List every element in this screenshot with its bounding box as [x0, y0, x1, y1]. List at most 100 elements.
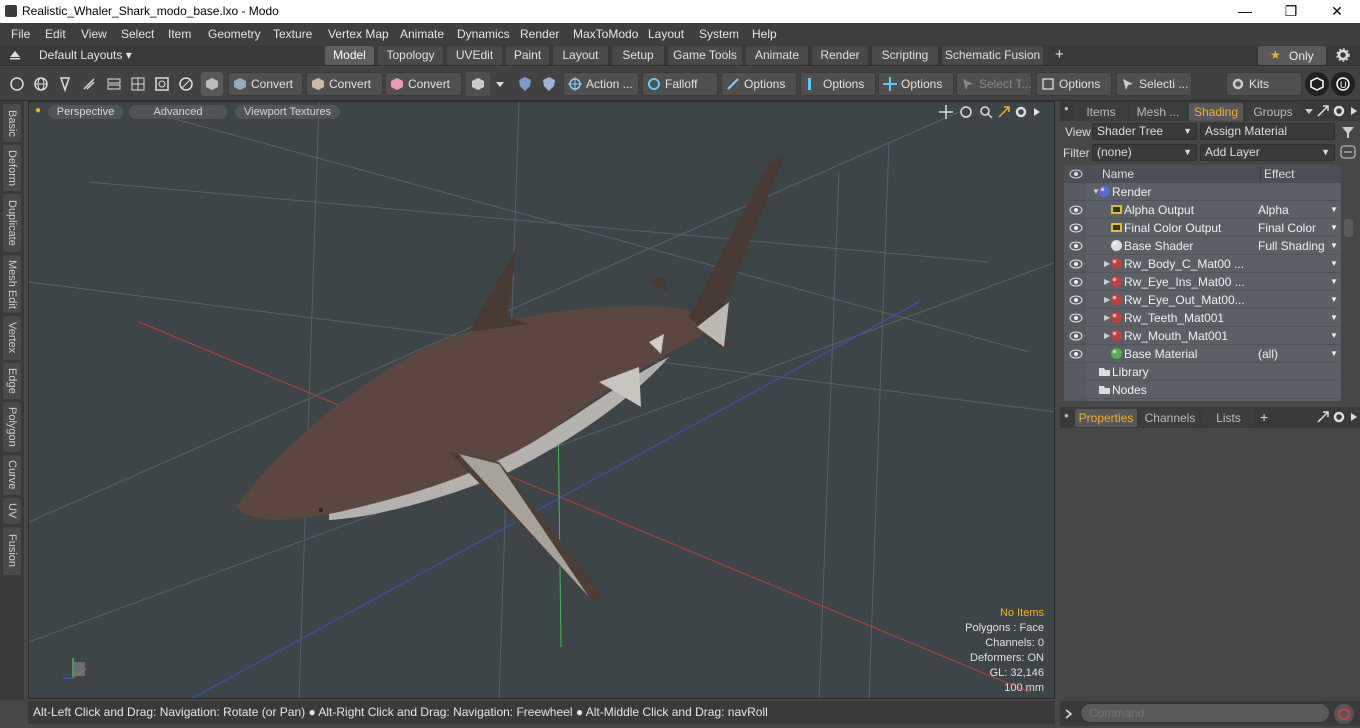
- vtab-uv[interactable]: UV: [3, 498, 21, 524]
- circle-select-icon[interactable]: [6, 72, 28, 96]
- tab-render[interactable]: Render: [812, 46, 868, 65]
- tree-row[interactable]: Nodes: [1064, 381, 1341, 399]
- vtab-fusion[interactable]: Fusion: [3, 527, 21, 575]
- tree-row[interactable]: ▶ Rw_Body_C_Mat00 ... ▼: [1064, 255, 1341, 273]
- command-input[interactable]: [1080, 703, 1330, 723]
- visibility-eye-icon[interactable]: [1069, 295, 1083, 305]
- collapse-up-icon[interactable]: [9, 50, 21, 60]
- panel-gear-icon[interactable]: [1332, 104, 1346, 118]
- tree-scrollbar[interactable]: [1344, 219, 1353, 237]
- chevron-right-icon[interactable]: [1033, 107, 1041, 117]
- pan-icon[interactable]: [939, 105, 953, 119]
- convert-button-3[interactable]: Convert: [385, 72, 462, 96]
- vtab-vertex[interactable]: Vertex: [3, 316, 21, 360]
- panel-chevron-right-icon[interactable]: [1350, 106, 1358, 116]
- assign-material-button[interactable]: Assign Material: [1200, 123, 1335, 140]
- menu-geometry[interactable]: Geometry: [208, 27, 261, 41]
- view-select[interactable]: Shader Tree ▼: [1092, 123, 1197, 140]
- convert-button-1[interactable]: Convert: [228, 72, 303, 96]
- add-props-tab-button[interactable]: +: [1260, 409, 1268, 425]
- square-icon[interactable]: [151, 72, 173, 96]
- vtab-polygon[interactable]: Polygon: [3, 402, 21, 452]
- tree-row[interactable]: Base Material (all) ▼: [1064, 345, 1341, 363]
- visibility-eye-icon[interactable]: [1069, 331, 1083, 341]
- pen-icon[interactable]: [54, 72, 76, 96]
- panel-expand-icon[interactable]: [1316, 104, 1330, 118]
- tree-row-effect[interactable]: (all): [1258, 345, 1278, 363]
- add-layout-tab-button[interactable]: +: [1055, 46, 1064, 63]
- menu-view[interactable]: View: [81, 27, 107, 41]
- visibility-eye-icon[interactable]: [1069, 205, 1083, 215]
- menu-system[interactable]: System: [699, 27, 739, 41]
- tab-animate[interactable]: Animate: [746, 46, 808, 65]
- record-button[interactable]: [1334, 704, 1354, 724]
- menu-help[interactable]: Help: [752, 27, 777, 41]
- list-options-icon[interactable]: [1340, 145, 1356, 159]
- 3d-viewport[interactable]: ● Perspective Advanced Viewport Textures…: [28, 101, 1055, 699]
- menu-render[interactable]: Render: [520, 27, 559, 41]
- visibility-eye-icon[interactable]: [1069, 241, 1083, 251]
- unreal-icon[interactable]: U: [1331, 72, 1355, 96]
- effect-dropdown-icon[interactable]: ▼: [1330, 219, 1338, 237]
- filter-funnel-icon[interactable]: [1340, 124, 1356, 140]
- menu-animate[interactable]: Animate: [400, 27, 444, 41]
- gear-icon[interactable]: [1336, 48, 1350, 62]
- grid-icon[interactable]: [127, 72, 149, 96]
- perspective-button[interactable]: Perspective: [48, 105, 123, 119]
- effect-dropdown-icon[interactable]: ▼: [1330, 273, 1338, 291]
- options-button-3[interactable]: Options: [878, 72, 954, 96]
- tree-row-effect[interactable]: Full Shading: [1258, 237, 1325, 255]
- props-gear-icon[interactable]: [1332, 410, 1346, 424]
- visibility-eye-icon[interactable]: [1069, 259, 1083, 269]
- tab-lists[interactable]: Lists: [1203, 409, 1254, 427]
- tree-row[interactable]: Base Shader Full Shading ▼: [1064, 237, 1341, 255]
- rotate-icon[interactable]: [959, 105, 973, 119]
- effect-dropdown-icon[interactable]: ▼: [1330, 201, 1338, 219]
- options-button-4[interactable]: Options: [1036, 72, 1112, 96]
- vtab-basic[interactable]: Basic: [3, 104, 21, 142]
- menu-select[interactable]: Select: [121, 27, 154, 41]
- visibility-eye-icon[interactable]: [1069, 223, 1083, 233]
- menu-edit[interactable]: Edit: [45, 27, 66, 41]
- tree-row[interactable]: ▶ Rw_Eye_Out_Mat00... ▼: [1064, 291, 1341, 309]
- kits-button[interactable]: Kits: [1226, 72, 1302, 96]
- filter-select[interactable]: (none) ▼: [1092, 144, 1197, 161]
- panel-menu-chevron-icon[interactable]: [1304, 106, 1314, 116]
- tab-setup[interactable]: Setup: [612, 46, 664, 65]
- options-button-1[interactable]: Options: [721, 72, 797, 96]
- tree-row[interactable]: Final Color Output Final Color ▼: [1064, 219, 1341, 237]
- tree-row-effect[interactable]: Alpha: [1258, 201, 1289, 219]
- select-through-button[interactable]: Select T...: [956, 72, 1032, 96]
- tree-row-effect[interactable]: Final Color: [1258, 219, 1316, 237]
- menu-maxtomodo[interactable]: MaxToModo: [573, 27, 638, 41]
- menu-file[interactable]: File: [11, 27, 30, 41]
- viewport-scene[interactable]: [29, 102, 1055, 699]
- zoom-icon[interactable]: [979, 105, 993, 119]
- unity-icon[interactable]: [1305, 72, 1329, 96]
- tree-row[interactable]: Alpha Output Alpha ▼: [1064, 201, 1341, 219]
- menu-layout[interactable]: Layout: [648, 27, 684, 41]
- vtab-deform[interactable]: Deform: [3, 145, 21, 191]
- tab-topology[interactable]: Topology: [378, 46, 443, 65]
- tab-schematic-fusion[interactable]: Schematic Fusion: [942, 46, 1043, 65]
- effect-dropdown-icon[interactable]: ▼: [1330, 327, 1338, 345]
- ring-icon[interactable]: [175, 72, 197, 96]
- vtab-mesh-edit[interactable]: Mesh Edit: [3, 255, 21, 313]
- shield-icon[interactable]: [514, 72, 536, 96]
- action-center-button[interactable]: Action ...: [563, 72, 639, 96]
- advanced-button[interactable]: Advanced: [129, 105, 227, 119]
- effect-dropdown-icon[interactable]: ▼: [1330, 255, 1338, 273]
- props-dot-icon[interactable]: ●: [1064, 411, 1069, 420]
- maximize-button[interactable]: ❐: [1268, 0, 1314, 23]
- props-expand-icon[interactable]: [1316, 410, 1330, 424]
- tab-channels[interactable]: Channels: [1141, 409, 1199, 427]
- falloff-button[interactable]: Falloff: [642, 72, 718, 96]
- viewport-textures-button[interactable]: Viewport Textures: [235, 105, 340, 119]
- tab-uvedit[interactable]: UVEdit: [447, 46, 502, 65]
- sphere-icon[interactable]: [30, 72, 52, 96]
- vtab-duplicate[interactable]: Duplicate: [3, 194, 21, 252]
- tab-items[interactable]: Items: [1074, 103, 1128, 121]
- stack-icon[interactable]: [103, 72, 125, 96]
- options-button-2[interactable]: Options: [800, 72, 876, 96]
- tree-row[interactable]: ▶ Rw_Teeth_Mat001 ▼: [1064, 309, 1341, 327]
